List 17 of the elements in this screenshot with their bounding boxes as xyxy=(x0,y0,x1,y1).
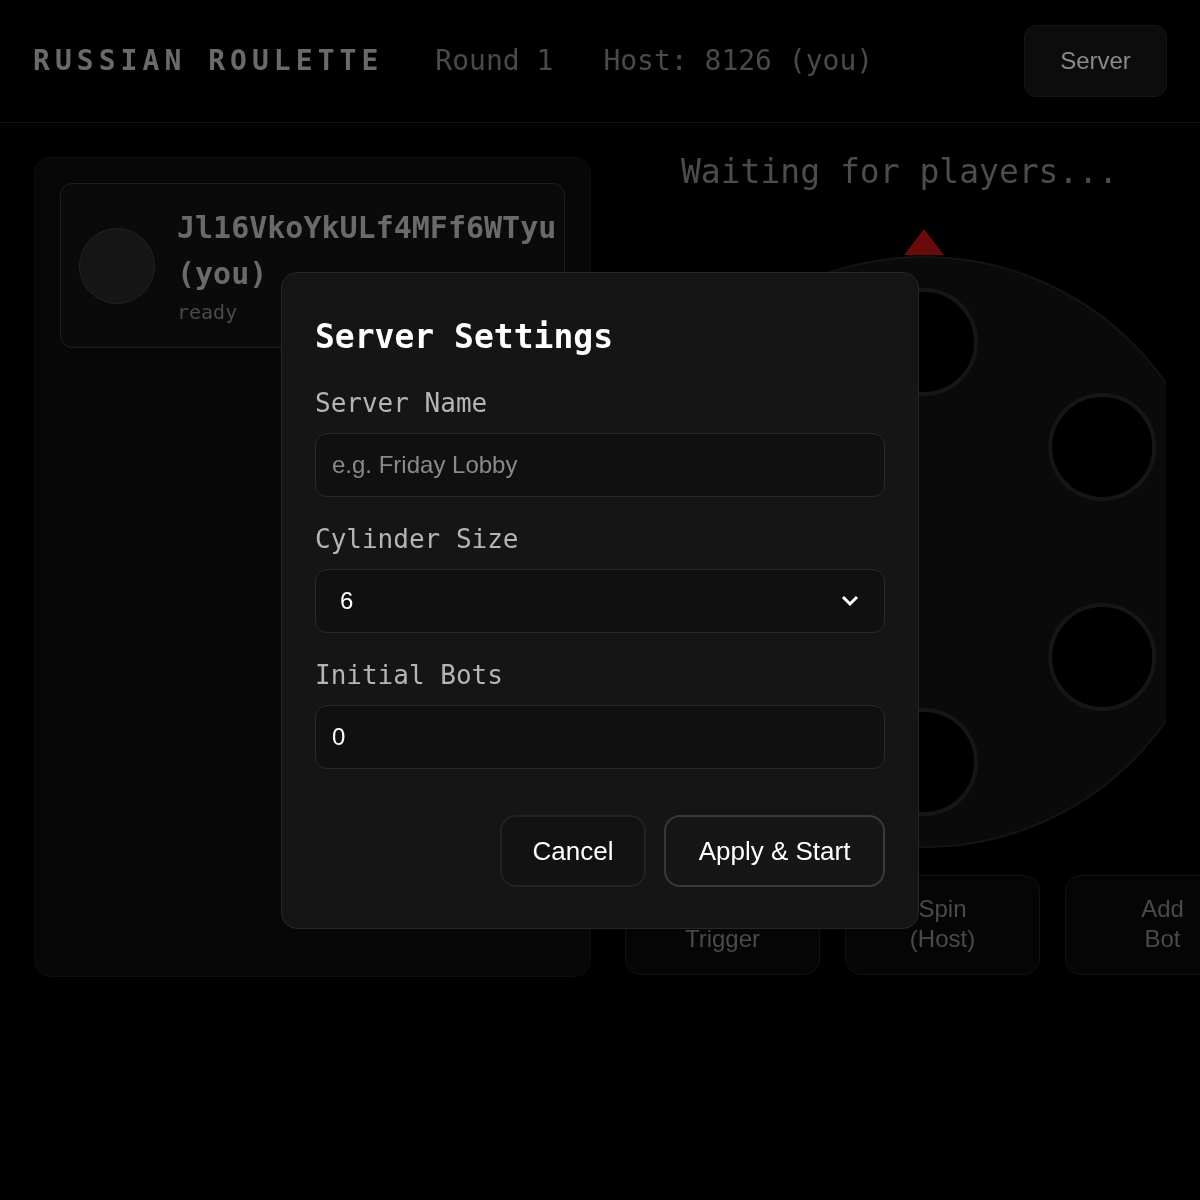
field-label: Initial Bots xyxy=(315,659,504,691)
player-status: ready xyxy=(177,298,239,326)
apply-button[interactable]: Apply & Start xyxy=(664,815,885,887)
field-label: Server Name xyxy=(315,387,489,419)
round-label: Round 1 xyxy=(435,43,554,79)
app-title: RUSSIAN ROULETTE xyxy=(33,43,384,79)
server-name-field[interactable]: e.g. Friday Lobby xyxy=(315,433,885,497)
server-button[interactable]: Server xyxy=(1024,25,1167,97)
cancel-button[interactable]: Cancel xyxy=(500,815,646,887)
host-label: Host: 8126 (you) xyxy=(603,43,874,79)
status-text: Waiting for players... xyxy=(681,151,1120,193)
cylinder-size-select[interactable]: 6 xyxy=(315,569,885,633)
chevron-down-icon xyxy=(840,594,860,608)
initial-bots-field[interactable]: 0 xyxy=(315,705,885,769)
player-name: Jl16VkoYkULf4MFf6WTyu (you) xyxy=(177,208,558,293)
dialog-title: Server Settings xyxy=(315,316,614,358)
field-label: Cylinder Size xyxy=(315,523,520,555)
